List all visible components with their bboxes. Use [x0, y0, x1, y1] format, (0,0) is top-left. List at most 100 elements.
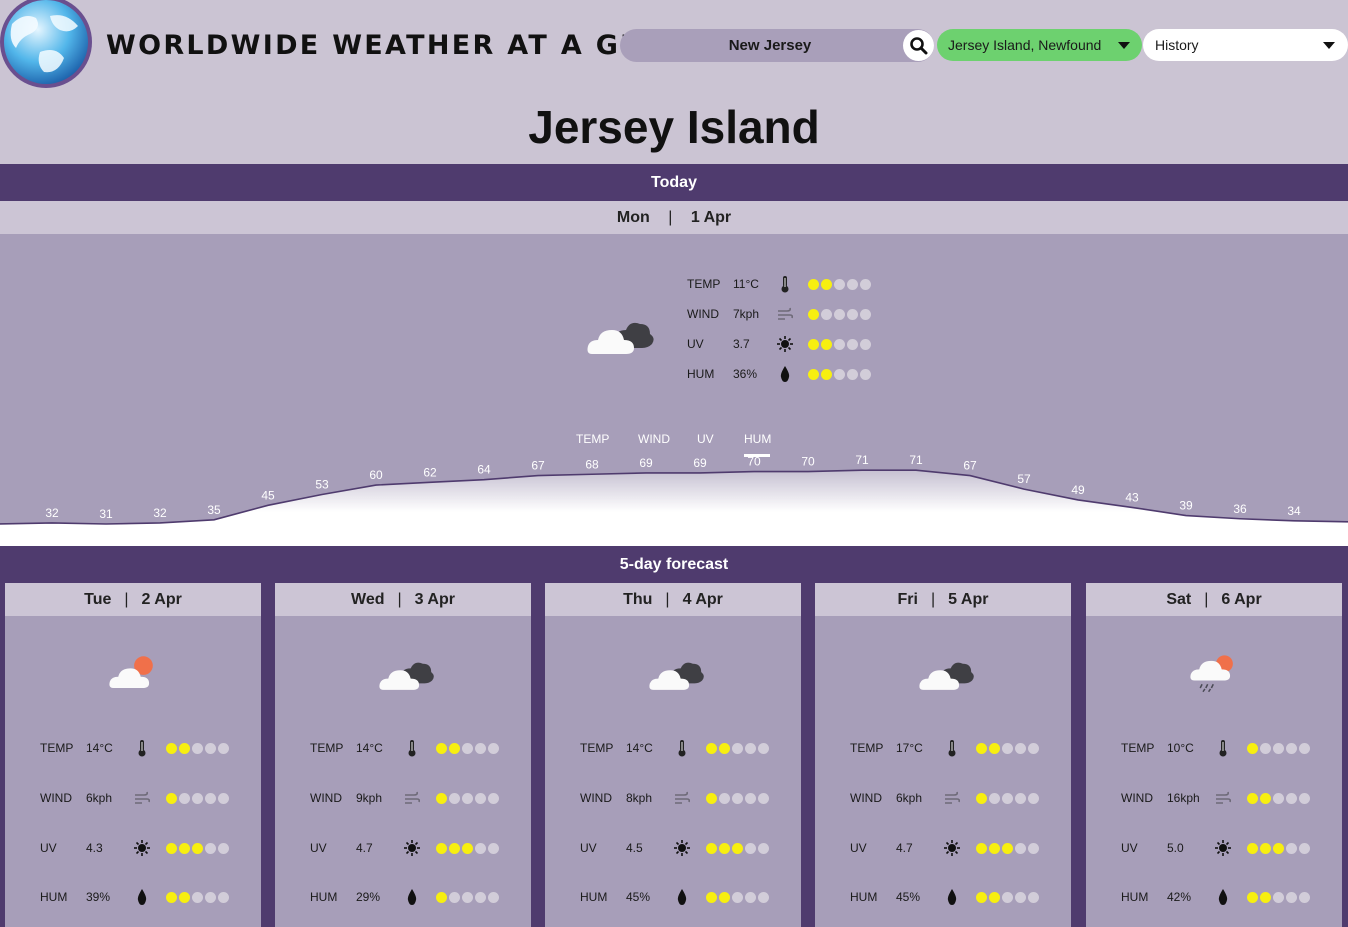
- wind-icon: [675, 791, 690, 804]
- level-dot: [449, 793, 460, 804]
- level-dot: [1273, 793, 1284, 804]
- level-dot: [179, 892, 190, 903]
- level-dot: [205, 743, 216, 754]
- level-dot: [976, 793, 987, 804]
- level-dot: [719, 743, 730, 754]
- level-dot: [1002, 843, 1013, 854]
- search-button[interactable]: [903, 30, 934, 61]
- forecast-card: Fri | 5 Apr TEMP 17°C WIND 6kph UV 4.7 HUM 45%: [815, 583, 1071, 927]
- level-dot: [1015, 892, 1026, 903]
- level-dot: [192, 743, 203, 754]
- chart-x-label: 12pm: [685, 531, 715, 545]
- chevron-down-icon: [1323, 42, 1335, 49]
- level-dot: [706, 793, 717, 804]
- forecast-level-dots: [436, 743, 501, 754]
- level-dot: [719, 892, 730, 903]
- level-dot: [976, 892, 987, 903]
- level-dot: [732, 793, 743, 804]
- level-dot: [192, 843, 203, 854]
- chart-value-label: 62: [423, 465, 437, 479]
- stat-value: 6kph: [86, 791, 113, 805]
- level-dot: [475, 793, 486, 804]
- level-dot: [449, 743, 460, 754]
- chart-x-label: 8pm: [1120, 531, 1143, 545]
- forecast-level-dots: [706, 743, 771, 754]
- stat-label: HUM: [1121, 890, 1149, 904]
- chart-x-label: 2pm: [796, 531, 819, 545]
- forecast-stat-hum: HUM 42%: [1121, 887, 1331, 907]
- chart-value-label: 67: [963, 459, 977, 473]
- level-dot: [1286, 743, 1297, 754]
- forecast-stat-hum: HUM 45%: [850, 887, 1060, 907]
- cloudy-icon: [379, 662, 434, 690]
- forecast-level-dots: [976, 892, 1041, 903]
- level-dot: [166, 793, 177, 804]
- level-dot: [706, 843, 717, 854]
- level-dot: [218, 892, 229, 903]
- stat-label: TEMP: [580, 741, 614, 755]
- level-dot: [1299, 793, 1310, 804]
- level-dot: [732, 843, 743, 854]
- level-dot: [1247, 843, 1258, 854]
- chart-value-label: 39: [1179, 499, 1193, 513]
- stat-value: 14°C: [86, 741, 113, 755]
- forecast-level-dots: [166, 843, 231, 854]
- level-dot: [488, 743, 499, 754]
- chart-x-label: 12am: [37, 531, 67, 545]
- forecast-day: Fri: [897, 591, 918, 608]
- stat-label: UV: [40, 841, 57, 855]
- chart-value-label: 68: [585, 457, 599, 471]
- forecast-card: Tue | 2 Apr TEMP 14°C WIND 6kph UV 4.3 HUM 39%: [5, 583, 261, 927]
- location-select[interactable]: Jersey Island, Newfound: [937, 29, 1142, 61]
- chevron-down-icon: [1118, 42, 1130, 49]
- sun-icon: [404, 840, 420, 856]
- chart-x-label: 7pm: [1066, 531, 1089, 545]
- level-dot: [732, 892, 743, 903]
- forecast-stat-hum: HUM 29%: [310, 887, 520, 907]
- forecast-card-header: Fri | 5 Apr: [815, 583, 1071, 616]
- stat-label: WIND: [40, 791, 72, 805]
- level-dot: [758, 892, 769, 903]
- level-dot: [475, 843, 486, 854]
- search-bar[interactable]: [620, 29, 934, 62]
- level-dot: [488, 892, 499, 903]
- date-separator: |: [665, 591, 670, 608]
- level-dot: [179, 843, 190, 854]
- level-dot: [1247, 743, 1258, 754]
- hourly-chart: 32 12am 31 1am 32 2am 35 3am 45 4am 53 5am 60 6am 62 7a…: [0, 453, 1348, 546]
- forecast-day: Thu: [623, 591, 653, 608]
- stat-value: 4.7: [896, 841, 913, 855]
- chart-x-label: 8am: [472, 531, 495, 545]
- level-dot: [166, 843, 177, 854]
- level-dot: [436, 843, 447, 854]
- chart-value-label: 35: [207, 503, 221, 517]
- header: WORLDWIDE WEATHER AT A GLANCE Jersey Isl…: [0, 0, 1348, 95]
- forecast-level-dots: [976, 793, 1041, 804]
- level-dot: [1002, 793, 1013, 804]
- level-dot: [179, 793, 190, 804]
- level-dot: [1286, 892, 1297, 903]
- stat-value: 29%: [356, 890, 381, 904]
- level-dot: [758, 743, 769, 754]
- search-input[interactable]: [620, 29, 920, 62]
- forecast-day: Wed: [351, 591, 385, 608]
- stat-label: WIND: [580, 791, 612, 805]
- level-dot: [1028, 793, 1039, 804]
- level-dot: [989, 843, 1000, 854]
- chart-x-label: 3am: [202, 531, 225, 545]
- level-dot: [976, 843, 987, 854]
- stat-value: 5.0: [1167, 841, 1184, 855]
- chart-value-label: 36: [1233, 502, 1247, 516]
- stat-label: HUM: [850, 890, 878, 904]
- forecast-stat-uv: UV 4.7: [310, 838, 520, 858]
- stat-value: 17°C: [896, 741, 923, 755]
- forecast-date: 5 Apr: [948, 591, 989, 608]
- chart-x-label: 5pm: [958, 531, 981, 545]
- level-dot: [745, 743, 756, 754]
- history-select[interactable]: History: [1143, 29, 1348, 61]
- level-dot: [1273, 743, 1284, 754]
- stat-value: 8kph: [626, 791, 653, 805]
- forecast-level-dots: [436, 892, 501, 903]
- level-dot: [745, 843, 756, 854]
- droplet-icon: [137, 889, 147, 905]
